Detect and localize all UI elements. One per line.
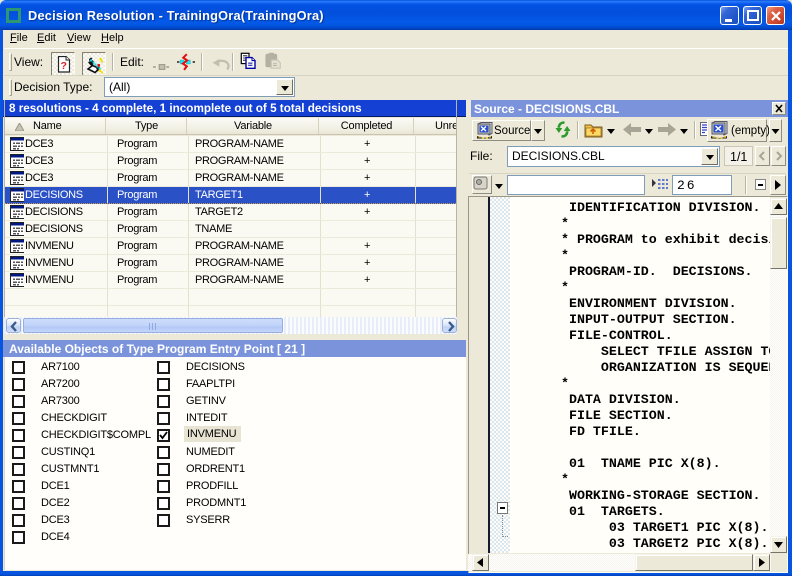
svg-text:?: ? [61, 60, 67, 72]
